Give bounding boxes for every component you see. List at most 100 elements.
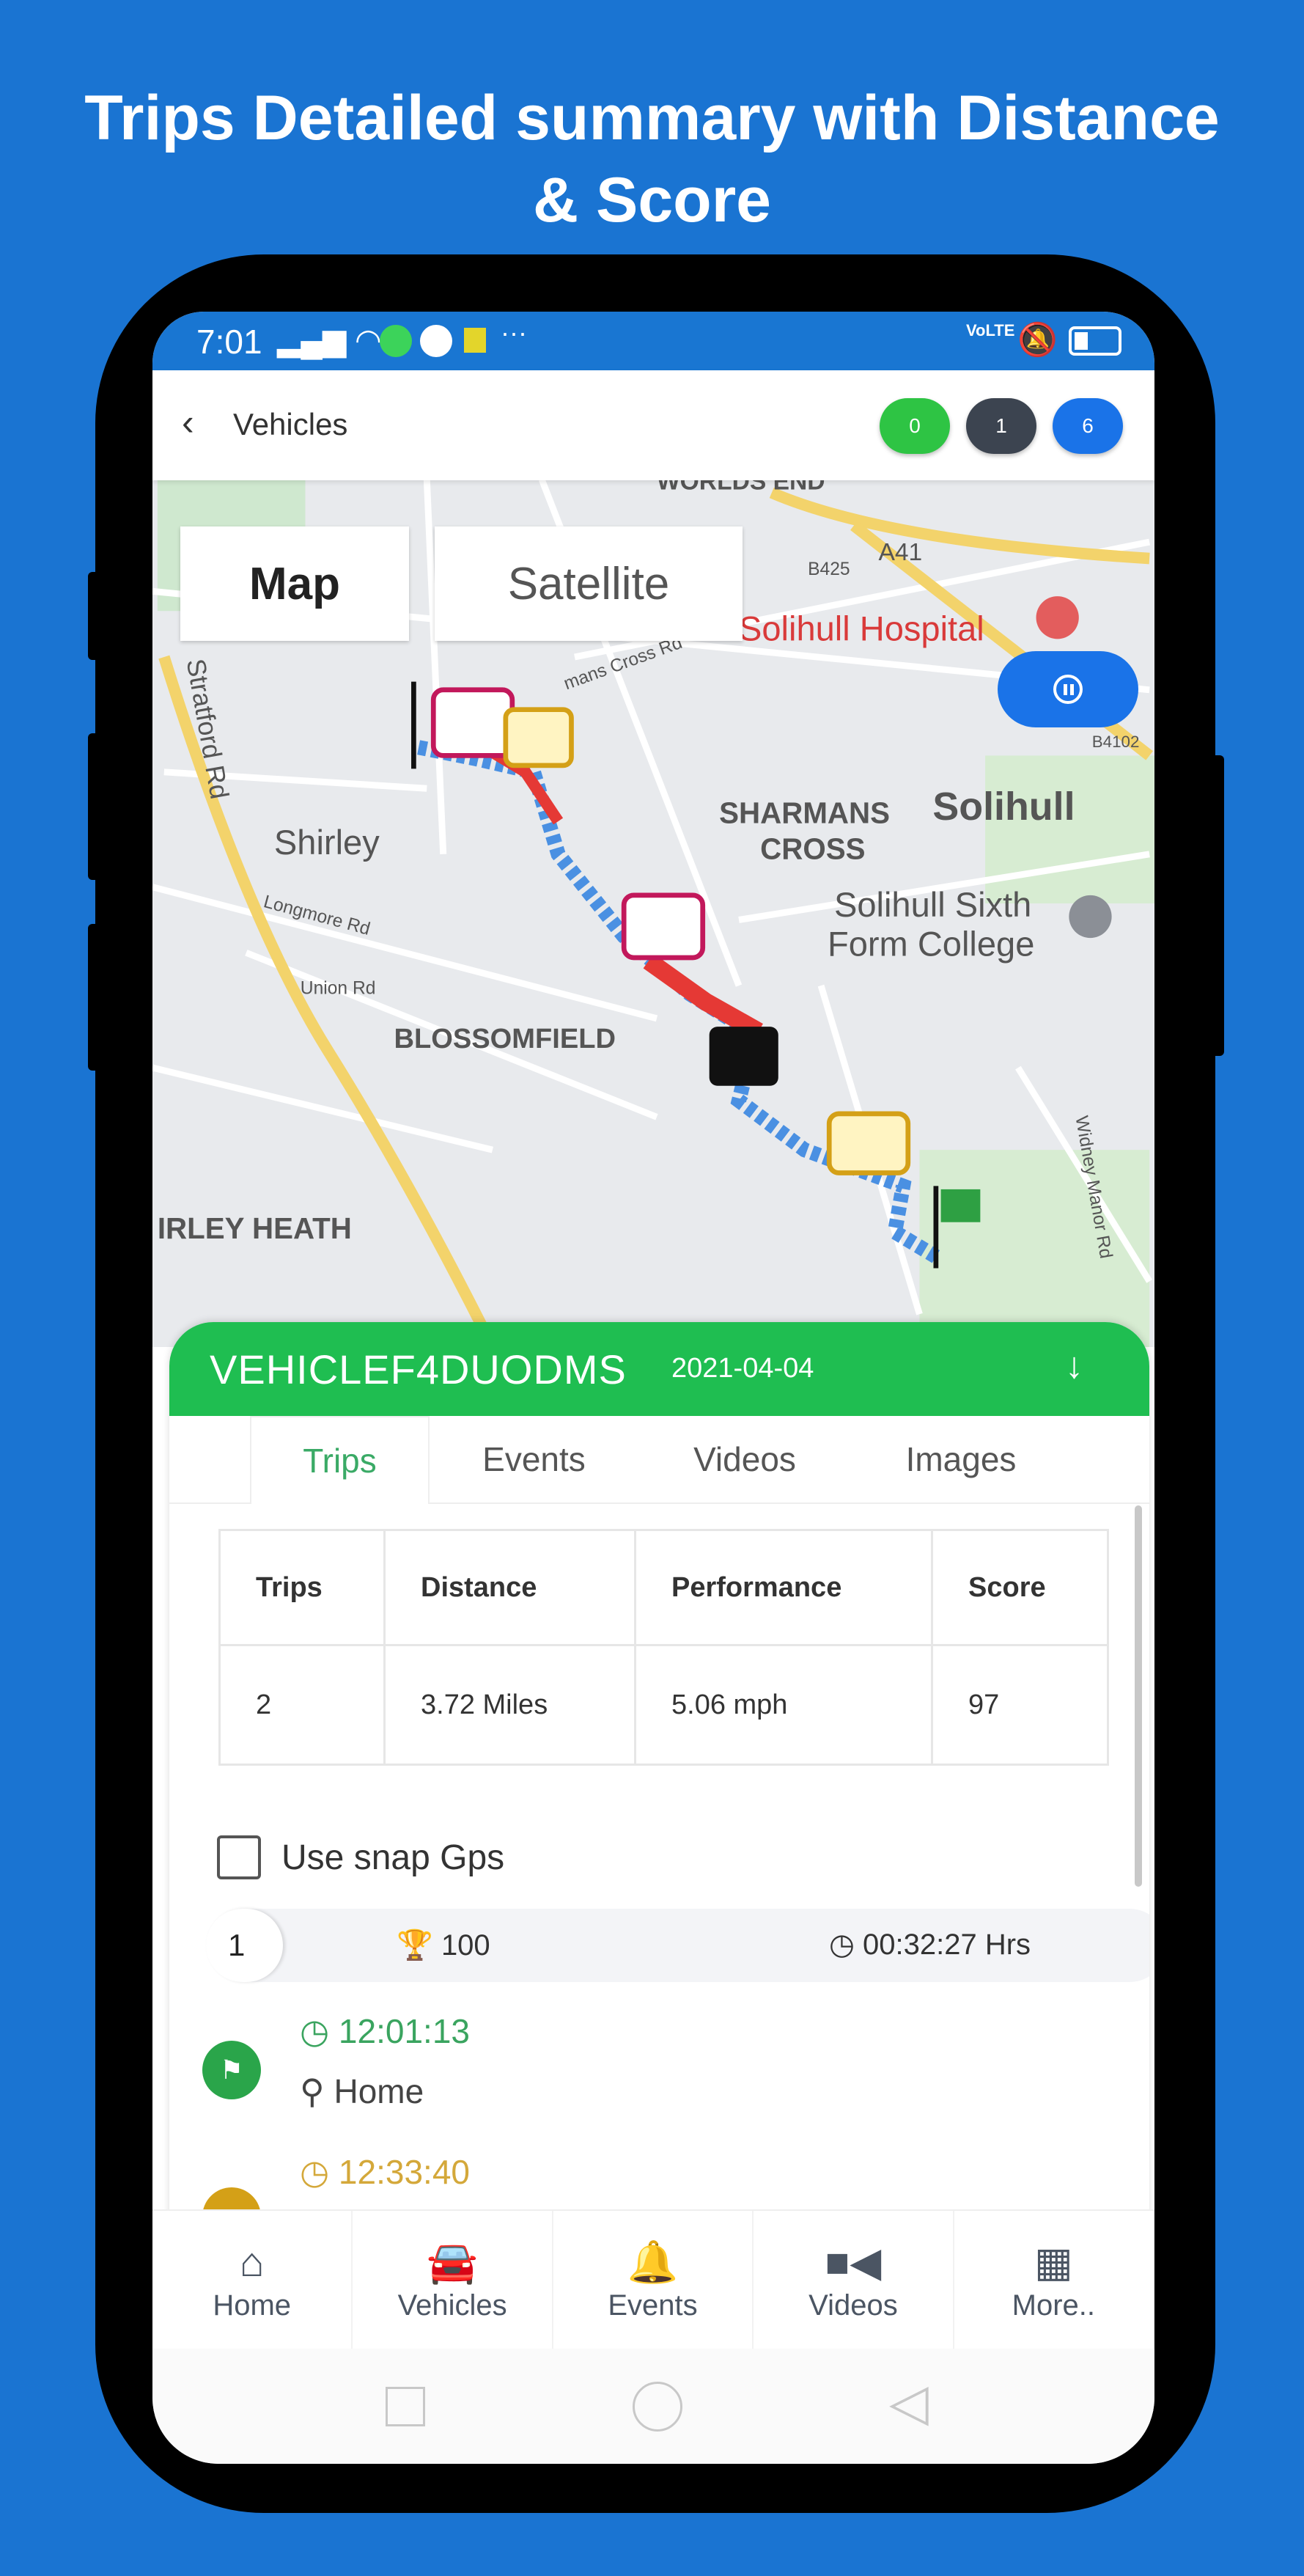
trip-date[interactable]: 2021-04-04 xyxy=(671,1353,814,1384)
trip-score: 🏆 100 xyxy=(397,1929,490,1962)
grid-icon: ▦ xyxy=(1034,2238,1073,2285)
header-performance: Performance xyxy=(634,1529,933,1646)
map-view[interactable]: WORLDS END A41 B425 Solihull Hospital St… xyxy=(152,468,1154,1350)
pause-button[interactable] xyxy=(998,651,1138,727)
app-header: ‹ Vehicles 0 1 6 xyxy=(152,370,1154,480)
snap-gps-checkbox[interactable]: Use snap Gps xyxy=(217,1835,504,1879)
signal-icon: ▂▄▆ ◠ xyxy=(277,323,382,357)
event-location[interactable]: ⚲ Home xyxy=(300,2072,424,2111)
trip-duration: ◷ 00:32:27 Hrs xyxy=(829,1929,1031,1961)
map-type-satellite[interactable]: Satellite xyxy=(435,526,743,641)
notification-icon xyxy=(464,328,486,353)
finish-flag-icon xyxy=(940,1189,981,1222)
home-system-button[interactable] xyxy=(633,2382,682,2432)
school-icon xyxy=(1069,895,1112,939)
map-label: BLOSSOMFIELD xyxy=(394,1024,616,1054)
event-time: ◷ 12:01:13 xyxy=(300,2012,470,2050)
trip-panel: VEHICLEF4DUODMS 2021-04-04 ↓ Trips Event… xyxy=(169,1322,1149,2239)
trip-item[interactable]: 1 🏆 100 ◷ 00:32:27 Hrs xyxy=(206,1909,1149,1982)
trip-number: 1 xyxy=(206,1909,283,1982)
phone-button xyxy=(88,572,103,660)
back-label[interactable]: Vehicles xyxy=(233,407,347,442)
cell-distance: 3.72 Miles xyxy=(383,1644,636,1766)
pause-icon xyxy=(1053,675,1083,704)
bell-icon: 🔔 xyxy=(627,2238,679,2285)
tab-videos[interactable]: Videos xyxy=(638,1416,851,1504)
idle-event-icon[interactable] xyxy=(503,707,574,768)
map-label: Solihull xyxy=(932,785,1075,829)
cell-score: 97 xyxy=(931,1644,1109,1766)
headline: Trips Detailed summary with Distance & S… xyxy=(0,77,1304,241)
nav-vehicles[interactable]: 🚘 Vehicles xyxy=(353,2211,553,2349)
badge-online[interactable]: 0 xyxy=(880,398,950,454)
location-pin-icon: ⚲ xyxy=(300,2072,325,2110)
headline-line2: & Score xyxy=(532,165,772,235)
map-type-map[interactable]: Map xyxy=(180,526,409,641)
map-label: Solihull Sixth xyxy=(834,885,1031,924)
tab-events[interactable]: Events xyxy=(430,1416,638,1504)
harsh-event-icon[interactable] xyxy=(430,687,515,758)
whatsapp-icon xyxy=(380,325,412,357)
recents-button[interactable] xyxy=(386,2387,425,2426)
phone-screen: 7:01 ▂▄▆ ◠ ··· VoLTE 🔕 ‹ Vehicles 0 1 6 xyxy=(152,312,1154,2464)
badge-offline[interactable]: 1 xyxy=(966,398,1036,454)
phone-button xyxy=(88,733,103,880)
car-icon: 🚘 xyxy=(427,2238,478,2285)
video-icon: ■◀ xyxy=(825,2238,882,2285)
map-label: IRLEY HEATH xyxy=(158,1211,352,1245)
phone-button xyxy=(88,924,103,1071)
volte-icon: VoLTE xyxy=(966,321,1015,340)
clock-icon: ◷ xyxy=(300,2012,330,2050)
header-trips: Trips xyxy=(218,1529,386,1646)
event-time: ◷ 12:33:40 xyxy=(300,2153,470,2191)
flag-icon: ⚑ xyxy=(202,2041,261,2099)
nav-home[interactable]: ⌂ Home xyxy=(152,2211,353,2349)
harsh-event-icon[interactable] xyxy=(621,892,706,961)
clock-icon: ◷ xyxy=(300,2153,330,2191)
map-label: B425 xyxy=(808,559,850,579)
map-label: SHARMANS xyxy=(719,796,890,829)
snap-gps-label: Use snap Gps xyxy=(281,1838,505,1877)
map-label: A41 xyxy=(878,539,922,566)
nav-videos[interactable]: ■◀ Videos xyxy=(754,2211,954,2349)
badge-total[interactable]: 6 xyxy=(1053,398,1123,454)
map-label: CROSS xyxy=(760,832,865,866)
cell-trips: 2 xyxy=(218,1644,386,1766)
tab-images[interactable]: Images xyxy=(851,1416,1071,1504)
collapse-arrow-icon[interactable]: ↓ xyxy=(1065,1344,1083,1387)
more-icon: ··· xyxy=(501,318,527,348)
system-nav-bar: ◁ xyxy=(152,2349,1154,2464)
header-distance: Distance xyxy=(383,1529,636,1646)
map-label: Union Rd xyxy=(301,978,376,998)
back-button[interactable]: ‹ xyxy=(182,401,194,444)
panel-header: VEHICLEF4DUODMS 2021-04-04 ↓ xyxy=(169,1322,1149,1416)
battery-icon xyxy=(1069,326,1121,356)
map-label: Shirley xyxy=(274,823,380,862)
status-bar: 7:01 ▂▄▆ ◠ ··· VoLTE 🔕 xyxy=(152,312,1154,370)
vehicle-name: VEHICLEF4DUODMS xyxy=(210,1346,627,1392)
headline-line1: Trips Detailed summary with Distance xyxy=(84,83,1220,153)
hospital-icon xyxy=(1036,596,1079,639)
map-label: Solihull Hospital xyxy=(739,609,984,648)
header-score: Score xyxy=(931,1529,1109,1646)
checkbox-icon[interactable] xyxy=(217,1835,261,1879)
bottom-nav: ⌂ Home 🚘 Vehicles 🔔 Events ■◀ Videos ▦ More.. xyxy=(152,2209,1154,2349)
steering-event-icon[interactable] xyxy=(826,1111,911,1175)
table-header-row: Trips Distance Performance Score xyxy=(218,1529,1109,1646)
truck-event-icon[interactable] xyxy=(709,1027,778,1086)
scrollbar[interactable] xyxy=(1135,1505,1142,1887)
map-label: WORLDS END xyxy=(657,480,825,495)
summary-table: Trips Distance Performance Score 2 3.72 … xyxy=(218,1529,1109,1766)
back-system-button[interactable]: ◁ xyxy=(889,2372,929,2432)
panel-tabs: Trips Events Videos Images xyxy=(169,1416,1149,1504)
trophy-icon: 🏆 xyxy=(397,1929,433,1962)
status-time: 7:01 xyxy=(196,323,262,361)
nav-events[interactable]: 🔔 Events xyxy=(553,2211,754,2349)
nav-more[interactable]: ▦ More.. xyxy=(954,2211,1154,2349)
app-icon xyxy=(420,325,452,357)
clock-icon: ◷ xyxy=(829,1929,855,1961)
tab-trips[interactable]: Trips xyxy=(250,1416,430,1504)
map-label: Form College xyxy=(828,925,1034,964)
map-label: B4102 xyxy=(1092,733,1140,751)
table-row: 2 3.72 Miles 5.06 mph 97 xyxy=(218,1644,1109,1766)
